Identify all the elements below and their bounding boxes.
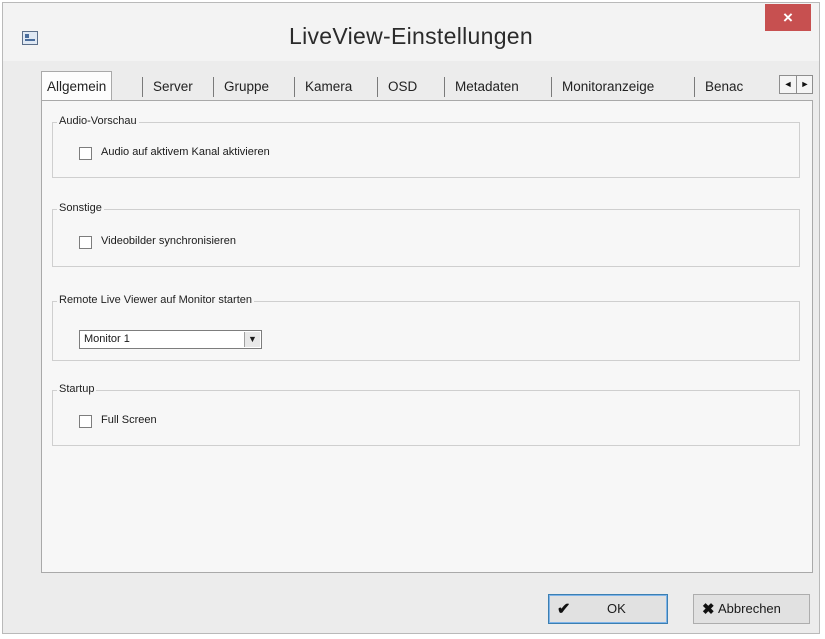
- group-startup-label: Startup: [57, 383, 97, 395]
- tab-scroll-right-icon[interactable]: ►: [796, 76, 813, 93]
- ok-button-label: OK: [607, 601, 626, 616]
- full-screen-checkbox[interactable]: [79, 415, 92, 428]
- group-startup: Startup Full Screen: [52, 383, 800, 446]
- checkmark-icon: ✔: [557, 601, 571, 618]
- tab-separator: [694, 77, 695, 97]
- tab-server[interactable]: Server: [153, 75, 193, 99]
- tab-benachrichtigungen[interactable]: Benac: [705, 75, 743, 99]
- tab-gruppe[interactable]: Gruppe: [224, 75, 269, 99]
- ok-button[interactable]: ✔ OK: [548, 594, 668, 624]
- cancel-button[interactable]: ✖ Abbrechen: [693, 594, 810, 624]
- title-bar[interactable]: LiveView-Einstellungen ×: [3, 3, 819, 61]
- tab-metadaten[interactable]: Metadaten: [455, 75, 519, 99]
- tab-kamera[interactable]: Kamera: [305, 75, 352, 99]
- audio-active-channel-label[interactable]: Audio auf aktivem Kanal aktivieren: [101, 146, 270, 158]
- close-icon: ×: [783, 8, 793, 27]
- sync-video-frames-checkbox[interactable]: [79, 236, 92, 249]
- group-misc-label: Sonstige: [57, 202, 104, 214]
- cancel-button-label: Abbrechen: [718, 601, 781, 616]
- tab-allgemein[interactable]: Allgemein: [41, 71, 113, 101]
- tab-scroll-control: ◄ ►: [779, 75, 813, 94]
- tab-monitoranzeige[interactable]: Monitoranzeige: [562, 75, 654, 99]
- tab-separator: [377, 77, 378, 97]
- tab-osd[interactable]: OSD: [388, 75, 417, 99]
- tab-separator: [213, 77, 214, 97]
- window-title: LiveView-Einstellungen: [289, 23, 533, 49]
- group-misc: Sonstige Videobilder synchronisieren: [52, 202, 800, 267]
- tab-separator: [142, 77, 143, 97]
- sync-video-frames-label[interactable]: Videobilder synchronisieren: [101, 235, 236, 247]
- audio-active-channel-checkbox[interactable]: [79, 147, 92, 160]
- tab-separator: [294, 77, 295, 97]
- chevron-down-icon[interactable]: ▼: [244, 332, 260, 347]
- tab-panel-allgemein: Audio-Vorschau Audio auf aktivem Kanal a…: [41, 100, 813, 573]
- full-screen-label[interactable]: Full Screen: [101, 414, 157, 426]
- tab-separator: [444, 77, 445, 97]
- settings-dialog: LiveView-Einstellungen × Allgemein Serve…: [2, 2, 820, 634]
- monitor-select[interactable]: Monitor 1 ▼: [79, 330, 262, 349]
- close-button[interactable]: ×: [765, 4, 811, 31]
- tab-scroll-left-icon[interactable]: ◄: [780, 76, 796, 93]
- cross-icon: ✖: [702, 601, 715, 618]
- group-audio-preview: Audio-Vorschau Audio auf aktivem Kanal a…: [52, 115, 800, 178]
- group-remote-live-viewer: Remote Live Viewer auf Monitor starten M…: [52, 294, 800, 361]
- tab-separator: [551, 77, 552, 97]
- group-remote-live-viewer-label: Remote Live Viewer auf Monitor starten: [57, 294, 254, 306]
- group-audio-preview-label: Audio-Vorschau: [57, 115, 139, 127]
- tab-strip: Allgemein Server Gruppe Kamera OSD Metad…: [41, 71, 813, 101]
- monitor-select-value: Monitor 1: [84, 333, 130, 345]
